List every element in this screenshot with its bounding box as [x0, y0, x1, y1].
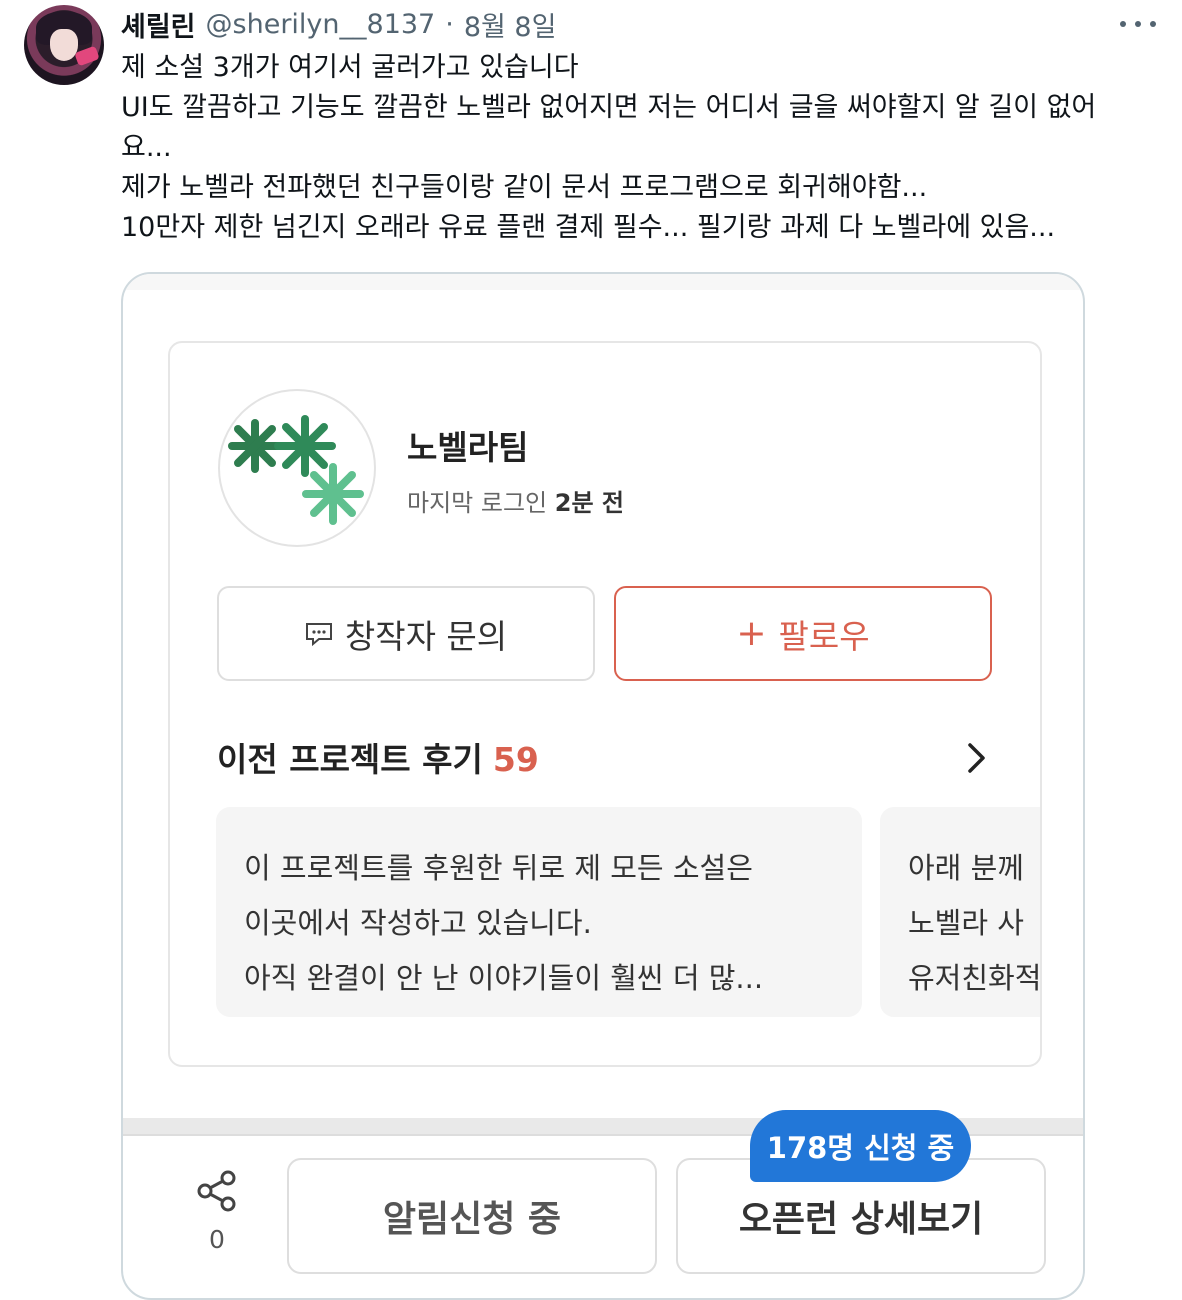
tweet-line: 제가 노벨라 전파했던 친구들이랑 같이 문서 프로그램으로 회귀해야함...	[121, 172, 928, 203]
follow-label: 팔로우	[778, 616, 870, 656]
follow-button[interactable]: + 팔로우	[614, 586, 992, 681]
review-card[interactable]: 아래 분께 노벨라 사 유저친화적	[880, 807, 1042, 1017]
last-login-value: 2분 전	[554, 489, 624, 517]
tweet-text: 제 소설 3개가 여기서 굴러가고 있습니다 UI도 깔끔하고 기능도 깔끔한 …	[121, 48, 1121, 248]
reviews-count: 59	[492, 740, 539, 779]
review-line: 노벨라 사	[908, 906, 1024, 940]
more-dot	[1135, 21, 1141, 27]
tweet-image[interactable]: 노벨라팀 마지막 로그인 2분 전 창작자 문의 + 팔로우 이전 프로젝트 후…	[121, 272, 1085, 1300]
last-login-label: 마지막 로그인	[407, 489, 548, 517]
tweet-date[interactable]: 8월 8일	[464, 5, 557, 44]
creator-inquiry-label: 창작자 문의	[344, 616, 508, 656]
tweet-line: UI도 깔끔하고 기능도 깔끔한 노벨라 없어지면 저는 어디서 글을 써야할지…	[121, 92, 1097, 123]
header-separator: ·	[445, 8, 454, 40]
screenshot-top-bar	[123, 274, 1083, 290]
tweet-line: 10만자 제한 넘긴지 오래라 유료 플랜 결제 필수... 필기랑 과제 다 …	[121, 212, 1056, 243]
author-name[interactable]: 셰릴린	[121, 5, 196, 44]
avatar-accent	[74, 45, 100, 67]
asterisk-logo-icon	[228, 415, 364, 525]
creator-card: 노벨라팀 마지막 로그인 2분 전 창작자 문의 + 팔로우 이전 프로젝트 후…	[168, 341, 1042, 1067]
review-card[interactable]: 이 프로젝트를 후원한 뒤로 제 모든 소설은 이곳에서 작성하고 있습니다. …	[216, 807, 862, 1017]
reviews-heading: 이전 프로젝트 후기 59	[217, 733, 539, 781]
reviews-title: 이전 프로젝트 후기	[217, 740, 483, 779]
share-icon	[197, 1170, 236, 1212]
share-button[interactable]: 0	[189, 1169, 245, 1279]
more-dot	[1150, 21, 1156, 27]
tweet-line: 요...	[121, 132, 172, 163]
tweet-header: 셰릴린 @sherilyn__8137 · 8월 8일	[121, 2, 556, 46]
tweet-line: 제 소설 3개가 여기서 굴러가고 있습니다	[121, 52, 579, 83]
applicants-badge: 178명 신청 중	[750, 1110, 971, 1182]
review-line: 이곳에서 작성하고 있습니다.	[244, 906, 592, 940]
review-line: 이 프로젝트를 후원한 뒤로 제 모든 소설은	[244, 851, 753, 885]
author-avatar[interactable]	[24, 5, 104, 85]
message-icon	[305, 622, 332, 646]
last-login: 마지막 로그인 2분 전	[407, 483, 624, 518]
creator-name: 노벨라팀	[407, 428, 529, 467]
review-line: 유저친화적	[908, 961, 1042, 995]
review-line: 아직 완결이 안 난 이야기들이 훨씬 더 많...	[244, 961, 764, 995]
creator-inquiry-button[interactable]: 창작자 문의	[217, 586, 595, 681]
avatar-face	[50, 29, 78, 61]
creator-logo	[218, 389, 376, 547]
alarm-signup-label: 알림신청 중	[382, 1199, 562, 1240]
more-dot	[1120, 21, 1126, 27]
more-options-icon[interactable]	[1120, 10, 1156, 38]
plus-icon: +	[736, 613, 767, 654]
share-count: 0	[209, 1225, 225, 1254]
openrun-details-label: 오픈런 상세보기	[738, 1199, 984, 1240]
author-handle[interactable]: @sherilyn__8137	[206, 9, 436, 40]
review-line: 아래 분께	[908, 851, 1024, 885]
alarm-signup-button[interactable]: 알림신청 중	[287, 1158, 657, 1274]
chevron-right-icon[interactable]	[962, 741, 990, 775]
